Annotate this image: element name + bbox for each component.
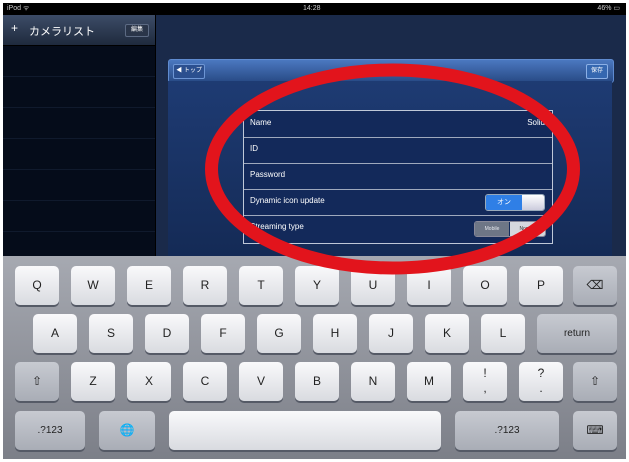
list-item[interactable] (3, 108, 155, 139)
password-label: Password (250, 170, 286, 179)
key-q[interactable]: Q (15, 266, 59, 305)
id-label: ID (250, 144, 258, 153)
globe-icon[interactable]: 🌐 (99, 411, 155, 450)
dynamic-icon-toggle[interactable]: オン (485, 194, 545, 211)
battery-indicator: 46% ▭ (597, 5, 620, 12)
key-l[interactable]: L (481, 314, 525, 353)
numbers-key-right[interactable]: .?123 (455, 411, 559, 450)
list-item[interactable] (3, 139, 155, 170)
key-c[interactable]: C (183, 362, 227, 401)
id-row[interactable]: ID (244, 137, 552, 164)
key-b[interactable]: B (295, 362, 339, 401)
list-item[interactable] (3, 201, 155, 232)
key-t[interactable]: T (239, 266, 283, 305)
name-value: Solid (527, 118, 545, 127)
key-p[interactable]: P (519, 266, 563, 305)
streaming-option-mobile[interactable]: Mobile (475, 222, 509, 236)
key-z[interactable]: Z (71, 362, 115, 401)
add-camera-icon[interactable]: + (11, 22, 23, 34)
shift-right-key[interactable]: ⇧ (573, 362, 617, 401)
name-label: Name (250, 118, 272, 127)
save-button[interactable]: 保存 (586, 64, 608, 79)
name-row[interactable]: Name Solid (244, 111, 552, 138)
onscreen-keyboard: Q W E R T Y U I O P ⌫ A S D F G H J K L … (3, 256, 626, 459)
streaming-option-normal[interactable]: Normal (510, 222, 545, 236)
camera-list-title: カメラリスト (29, 26, 95, 38)
key-a[interactable]: A (33, 314, 77, 353)
key-x[interactable]: X (127, 362, 171, 401)
key-m[interactable]: M (407, 362, 451, 401)
status-bar: iPod ᯤ 14:28 46% ▭ (3, 3, 626, 15)
streaming-label: Streaming type (250, 222, 304, 231)
numbers-key-left[interactable]: .?123 (15, 411, 85, 450)
key-j[interactable]: J (369, 314, 413, 353)
streaming-segmented-control: Mobile Normal (474, 221, 546, 237)
key-n[interactable]: N (351, 362, 395, 401)
key-v[interactable]: V (239, 362, 283, 401)
password-row[interactable]: Password (244, 163, 552, 190)
camera-settings-table: Name Solid ID Password Dynamic icon upda… (243, 110, 553, 244)
list-item[interactable] (3, 170, 155, 201)
dynamic-icon-label: Dynamic icon update (250, 196, 325, 205)
key-d[interactable]: D (145, 314, 189, 353)
edit-button[interactable]: 編集 (125, 24, 149, 37)
key-y[interactable]: Y (295, 266, 339, 305)
clock: 14:28 (303, 5, 321, 12)
dynamic-icon-row: Dynamic icon update オン (244, 189, 552, 216)
list-item[interactable] (3, 77, 155, 108)
key-u[interactable]: U (351, 266, 395, 305)
hide-keyboard-icon[interactable]: ⌨ (573, 411, 617, 450)
key-f[interactable]: F (201, 314, 245, 353)
toggle-knob (522, 195, 544, 210)
key-r[interactable]: R (183, 266, 227, 305)
key-h[interactable]: H (313, 314, 357, 353)
key-g[interactable]: G (257, 314, 301, 353)
return-key[interactable]: return (537, 314, 617, 353)
key-o[interactable]: O (463, 266, 507, 305)
key-k[interactable]: K (425, 314, 469, 353)
key-i[interactable]: I (407, 266, 451, 305)
toggle-on-label: オン (486, 195, 522, 210)
space-bar[interactable] (169, 411, 441, 450)
key-e[interactable]: E (127, 266, 171, 305)
streaming-row: Streaming type Mobile Normal (244, 215, 552, 241)
detail-navbar: ◀ トップ 保存 (168, 59, 614, 83)
camera-list-pane: + カメラリスト 編集 (3, 15, 155, 259)
shift-left-key[interactable]: ⇧ (15, 362, 59, 401)
camera-list-header: + カメラリスト 編集 (3, 15, 155, 46)
back-button[interactable]: ◀ トップ (173, 64, 205, 79)
key-question-period[interactable]: ? . (519, 362, 563, 401)
carrier-label: iPod ᯤ (7, 5, 30, 12)
list-item[interactable] (3, 46, 155, 77)
backspace-key[interactable]: ⌫ (573, 266, 617, 305)
key-w[interactable]: W (71, 266, 115, 305)
key-exclaim-comma[interactable]: ! , (463, 362, 507, 401)
key-s[interactable]: S (89, 314, 133, 353)
